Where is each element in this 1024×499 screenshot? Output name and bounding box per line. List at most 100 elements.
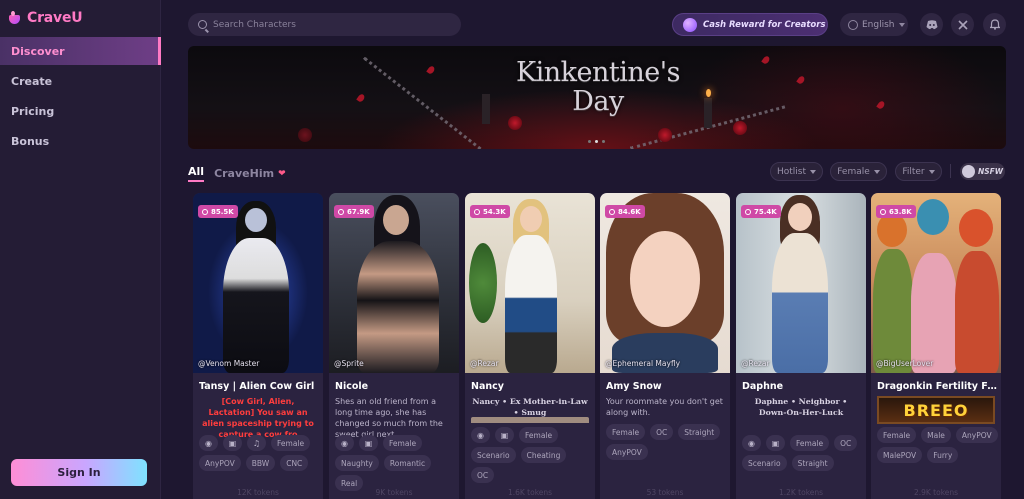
badge-count: 54.3K <box>483 207 506 216</box>
tag[interactable]: Straight <box>678 424 721 440</box>
tag[interactable]: Scenario <box>471 447 516 463</box>
token-count: 2.9K tokens <box>913 488 959 497</box>
rose-decoration <box>298 128 312 142</box>
tag[interactable]: Romantic <box>383 455 432 471</box>
creator-name[interactable]: @Sprite <box>334 359 364 368</box>
tag[interactable]: Male <box>921 427 951 443</box>
promo-banner[interactable]: Kinkentine's Day <box>188 46 1006 149</box>
chevron-down-icon <box>928 169 935 174</box>
figure-body <box>873 249 913 373</box>
chat-icon <box>338 208 344 215</box>
figure-head <box>383 205 409 235</box>
petal-decoration <box>761 55 771 65</box>
carousel-dot[interactable] <box>588 140 591 143</box>
figure-body <box>955 251 999 373</box>
carousel-dots[interactable] <box>588 140 605 143</box>
carousel-dot[interactable] <box>602 140 605 143</box>
sign-in-button[interactable]: Sign In <box>11 459 147 486</box>
discord-button[interactable] <box>920 13 943 36</box>
popularity-badge: 54.3K <box>470 205 510 218</box>
popularity-badge: 63.8K <box>876 205 916 218</box>
music-icon: ♫ <box>247 435 266 451</box>
popularity-badge: 67.9K <box>334 205 374 218</box>
character-card[interactable]: 63.8K @BigUserLover Dragonkin Fertility … <box>871 193 1001 499</box>
cash-reward-label: Cash Reward for Creators <box>703 19 826 30</box>
logo[interactable]: CraveU <box>8 8 83 28</box>
tag[interactable]: OC <box>650 424 674 440</box>
tag[interactable]: AnyPOV <box>955 427 998 443</box>
hotlist-label: Hotlist <box>776 166 807 177</box>
chevron-down-icon <box>898 22 905 27</box>
character-description: Shes an old friend from a long time ago,… <box>335 397 443 439</box>
character-card[interactable]: 67.9K @Sprite Nicole Shes an old friend … <box>329 193 459 499</box>
character-card[interactable]: 75.4K @Rezar Daphne Daphne • Neighbor • … <box>736 193 866 499</box>
coin-icon <box>683 17 697 32</box>
figure-body <box>505 235 557 373</box>
badge-count: 67.9K <box>347 207 370 216</box>
cash-reward-button[interactable]: Cash Reward for Creators <box>672 13 828 36</box>
globe-icon <box>848 19 858 30</box>
tag[interactable]: Naughty <box>335 455 379 471</box>
chat-icon <box>609 208 615 215</box>
x-button[interactable] <box>951 13 974 36</box>
tag[interactable]: Cheating <box>520 447 567 463</box>
tag[interactable]: Female <box>877 427 917 443</box>
tag-row: Scenario Straight <box>742 455 864 471</box>
language-label: English <box>862 19 895 30</box>
tag[interactable]: Straight <box>791 455 834 471</box>
sidebar-item-pricing[interactable]: Pricing <box>0 97 161 125</box>
character-card[interactable]: 85.5K @Venom Master Tansy | Alien Cow Gi… <box>193 193 323 499</box>
badge-count: 85.5K <box>211 207 234 216</box>
notifications-button[interactable] <box>983 13 1006 36</box>
filter-divider <box>950 164 951 178</box>
sidebar-item-bonus[interactable]: Bonus <box>0 127 161 155</box>
character-name: Daphne <box>742 381 784 392</box>
tag[interactable]: BBW <box>245 455 276 471</box>
search-bar[interactable] <box>188 13 461 36</box>
tag[interactable]: AnyPOV <box>199 455 241 471</box>
description-image: BREEO <box>877 396 995 424</box>
tag-row: ◉ ▣ Female <box>471 427 593 443</box>
figure-body <box>911 253 957 373</box>
tag[interactable]: CNC <box>280 455 309 471</box>
tag[interactable]: Furry <box>927 447 959 463</box>
nsfw-toggle[interactable]: NSFW <box>960 163 1005 180</box>
tab-all[interactable]: All <box>188 165 205 182</box>
character-card[interactable]: 54.3K @Rezar Nancy Nancy • Ex Mother-in-… <box>465 193 595 499</box>
character-card[interactable]: 84.6K @Ephemeral Mayfly Amy Snow Your ro… <box>600 193 730 499</box>
sidebar-item-create[interactable]: Create <box>0 67 161 95</box>
filter-dropdown[interactable]: Filter <box>895 162 942 181</box>
popularity-badge: 85.5K <box>198 205 238 218</box>
figure-body <box>223 238 289 373</box>
creator-name[interactable]: @Ephemeral Mayfly <box>605 359 680 368</box>
chat-icon <box>474 208 480 215</box>
figure-head <box>520 206 542 232</box>
tag[interactable]: Female <box>383 435 423 451</box>
tab-cravehim[interactable]: CraveHim <box>214 167 274 180</box>
gender-dropdown[interactable]: Female <box>830 162 887 181</box>
creator-name[interactable]: @Rezar <box>741 359 770 368</box>
card-image: 63.8K @BigUserLover <box>871 193 1001 373</box>
tag[interactable]: OC <box>834 435 858 451</box>
tag[interactable]: Female <box>271 435 311 451</box>
character-description: [Cow Girl, Alien, Lactation] You saw an … <box>202 397 314 439</box>
sidebar-item-discover[interactable]: Discover <box>0 37 161 65</box>
tag[interactable]: AnyPOV <box>606 444 648 460</box>
creator-name[interactable]: @Venom Master <box>198 359 259 368</box>
carousel-dot[interactable] <box>595 140 598 143</box>
gender-label: Female <box>837 166 870 177</box>
tag[interactable]: Female <box>606 424 646 440</box>
card-image: 85.5K @Venom Master <box>193 193 323 373</box>
search-input[interactable] <box>213 19 443 30</box>
tag[interactable]: Scenario <box>742 455 787 471</box>
creator-name[interactable]: @BigUserLover <box>876 359 933 368</box>
banner-title-line2: Day <box>572 86 624 117</box>
hotlist-dropdown[interactable]: Hotlist <box>770 162 823 181</box>
tag[interactable]: Female <box>790 435 830 451</box>
creator-name[interactable]: @Rezar <box>470 359 499 368</box>
language-selector[interactable]: English <box>840 13 908 36</box>
sidebar: CraveU Discover Create Pricing Bonus Sig… <box>0 0 161 499</box>
tag[interactable]: OC <box>471 467 495 483</box>
tag[interactable]: MalePOV <box>877 447 923 463</box>
tag[interactable]: Female <box>519 427 559 443</box>
